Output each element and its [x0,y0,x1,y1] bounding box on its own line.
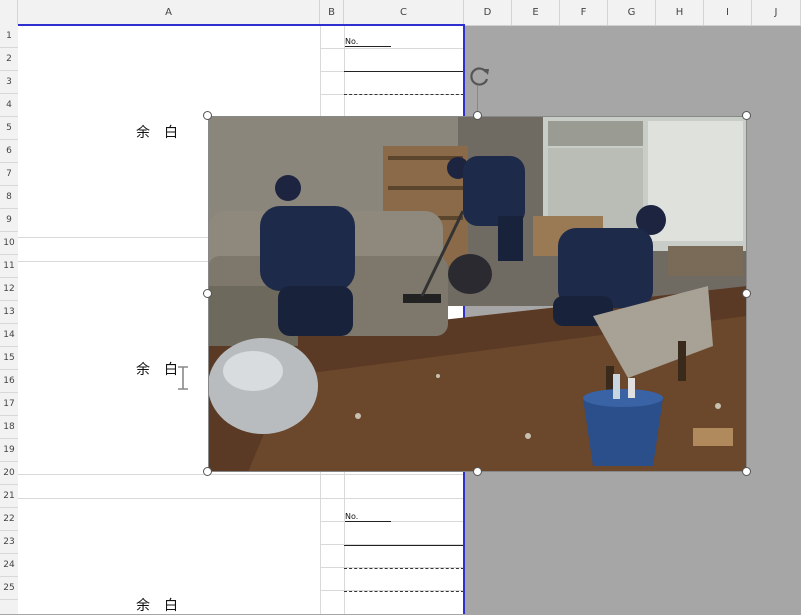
number-label-1: No. [345,37,359,46]
select-all-corner[interactable] [0,0,18,25]
dashed-line [344,568,464,569]
dashed-line [344,591,464,592]
resize-handle-bottom-right[interactable] [742,467,751,476]
row-header[interactable]: 18 [0,416,18,439]
row-header[interactable]: 5 [0,117,18,140]
inserted-picture[interactable] [208,116,747,472]
resize-handle-top-left[interactable] [203,111,212,120]
blank-label-cell-2: 余 白 [136,362,178,378]
resize-handle-left[interactable] [203,289,212,298]
row-header[interactable]: 25 [0,577,18,600]
row-header[interactable]: 14 [0,324,18,347]
row-header[interactable]: 11 [0,255,18,278]
row-header[interactable]: 19 [0,439,18,462]
column-header-f[interactable]: F [560,0,608,25]
row-header[interactable]: 13 [0,301,18,324]
number-label-2: No. [345,512,359,521]
number-underline [345,521,391,522]
resize-handle-top-right[interactable] [742,111,751,120]
row-header[interactable]: 4 [0,94,18,117]
column-header-d[interactable]: D [464,0,512,25]
row-header-bar: 1 2 3 4 5 6 7 8 9 10 11 12 13 14 15 16 1… [0,25,19,614]
column-header-i[interactable]: I [704,0,752,25]
gridline [320,48,464,49]
column-header-e[interactable]: E [512,0,560,25]
cell-bottom-border [344,71,464,72]
row-header[interactable]: 10 [0,232,18,255]
rotate-icon[interactable] [468,64,492,88]
row-header[interactable]: 24 [0,554,18,577]
column-header-b[interactable]: B [320,0,344,25]
row-header[interactable]: 21 [0,485,18,508]
row-header[interactable]: 9 [0,209,18,232]
row-header[interactable]: 15 [0,347,18,370]
column-header-j[interactable]: J [752,0,801,25]
cleaning-photo-image [208,116,747,472]
gridline [18,498,464,499]
row-header[interactable]: 8 [0,186,18,209]
resize-handle-right[interactable] [742,289,751,298]
row-header[interactable]: 16 [0,370,18,393]
resize-handle-bottom[interactable] [473,467,482,476]
column-header-c[interactable]: C [344,0,464,25]
ibeam-cursor-icon [176,365,190,397]
row-header[interactable]: 12 [0,278,18,301]
row-header[interactable]: 23 [0,531,18,554]
row-header[interactable]: 22 [0,508,18,531]
resize-handle-bottom-left[interactable] [203,467,212,476]
blank-label-cell-1: 余 白 [136,125,178,141]
row-header[interactable]: 2 [0,48,18,71]
row-header[interactable]: 1 [0,25,18,48]
row-header[interactable]: 7 [0,163,18,186]
dashed-line [344,94,464,95]
column-header-a[interactable]: A [18,0,320,25]
column-header-g[interactable]: G [608,0,656,25]
page-break-line-top [18,24,465,26]
blank-label-cell-3: 余 白 [136,598,178,614]
column-header-bar: A B C D E F G H I J [0,0,801,26]
row-header[interactable]: 17 [0,393,18,416]
resize-handle-top[interactable] [473,111,482,120]
cell-bottom-border [344,545,464,546]
row-header[interactable]: 3 [0,71,18,94]
column-header-h[interactable]: H [656,0,704,25]
row-header[interactable]: 6 [0,140,18,163]
row-header[interactable]: 20 [0,462,18,485]
gridline [18,474,464,475]
gridline [320,521,464,522]
number-underline [345,46,391,47]
